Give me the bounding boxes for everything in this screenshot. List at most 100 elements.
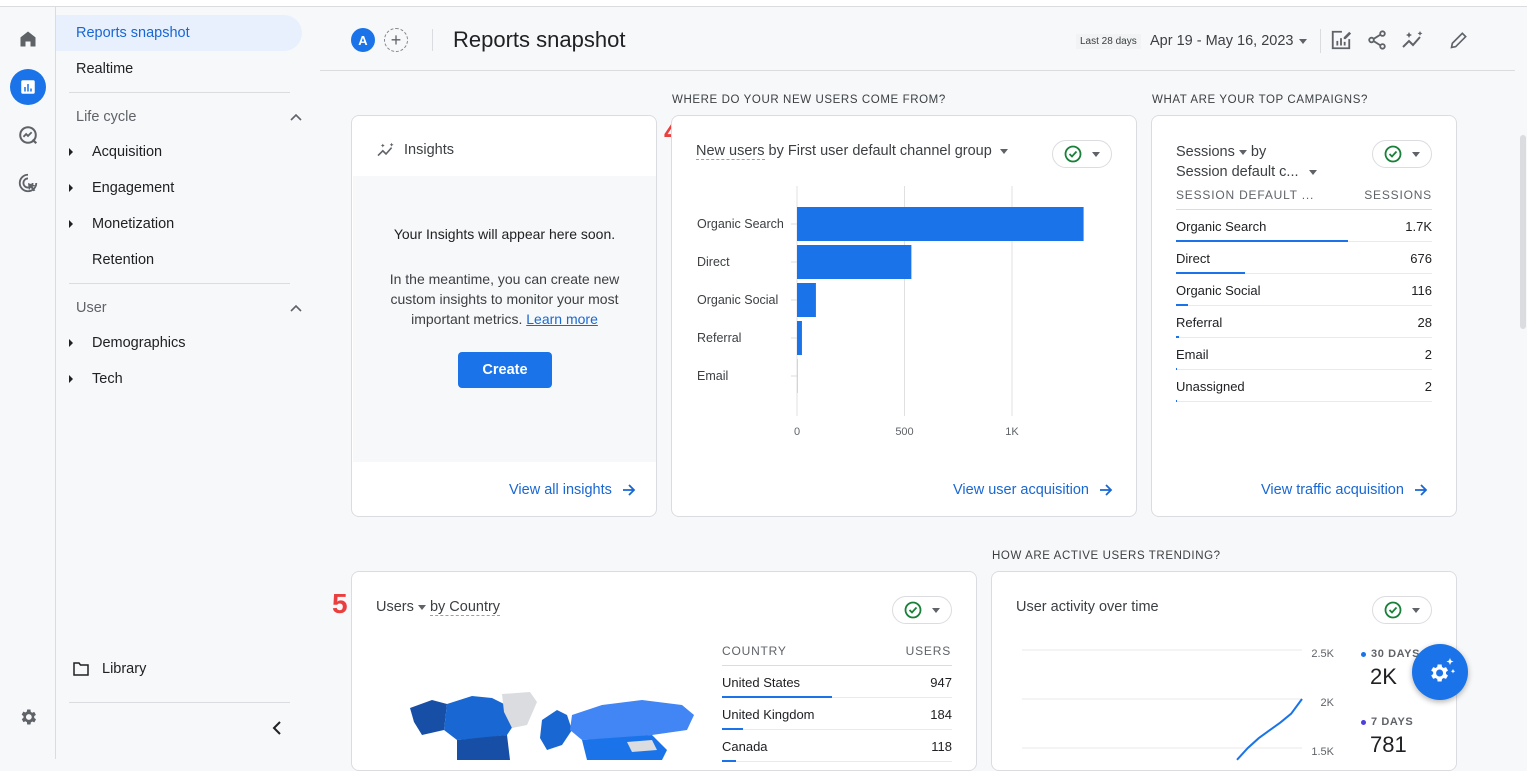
assistant-fab-button[interactable] (1412, 644, 1468, 700)
nav-section-user[interactable]: User (76, 298, 302, 318)
expand-arrow-icon (69, 220, 73, 228)
users-by-country-card: Users by Country COUNTRY USERS United St… (351, 571, 977, 771)
home-button[interactable] (10, 21, 46, 57)
y-tick-label: 2K (1321, 697, 1335, 709)
learn-more-link[interactable]: Learn more (526, 311, 598, 327)
view-traffic-acquisition-link[interactable]: View traffic acquisition (1261, 482, 1428, 498)
page-title: Reports snapshot (453, 27, 625, 53)
nav-item-monetization[interactable]: Monetization (56, 206, 302, 242)
caret-down-icon (1412, 152, 1420, 157)
compare-toggle[interactable] (1052, 140, 1112, 168)
table-row[interactable]: Organic Search1.7K (1176, 210, 1432, 242)
row-value: 947 (930, 675, 952, 690)
edit-button[interactable] (1446, 27, 1472, 53)
compare-toggle[interactable] (892, 596, 952, 624)
y-tick-label: 1.5K (1311, 746, 1334, 758)
nav-item-acquisition[interactable]: Acquisition (56, 134, 302, 170)
view-user-acquisition-link[interactable]: View user acquisition (953, 482, 1113, 498)
compare-toggle[interactable] (1372, 140, 1432, 168)
metric-label[interactable]: New users (696, 143, 765, 160)
link-label: View all insights (509, 482, 612, 498)
legend-label: 30 DAYS (1371, 648, 1420, 660)
caret-down-icon (418, 605, 426, 610)
check-circle-icon (1064, 145, 1082, 163)
caret-down-icon (1000, 149, 1008, 154)
nav-item-tech[interactable]: Tech (56, 361, 302, 397)
date-preset-chip: Last 28 days (1076, 34, 1141, 49)
row-value: 1.7K (1405, 219, 1432, 234)
legend-dot (1361, 652, 1366, 657)
check-circle-icon (904, 601, 922, 619)
chevron-left-icon (272, 721, 282, 735)
map-region-europe (540, 710, 572, 750)
table-row[interactable]: Canada118 (722, 730, 952, 762)
series-line-30-days (1237, 699, 1302, 760)
table-row[interactable]: Referral28 (1176, 306, 1432, 338)
arrow-right-icon (622, 483, 636, 497)
insights-button[interactable] (1400, 27, 1426, 53)
world-map[interactable] (402, 690, 702, 760)
table-row[interactable]: Organic Social116 (1176, 274, 1432, 306)
row-value: 676 (1410, 251, 1432, 266)
link-label: View user acquisition (953, 482, 1089, 498)
dimension-selector[interactable]: Session default c... (1176, 164, 1317, 180)
row-value: 2 (1425, 379, 1432, 394)
nav-item-retention[interactable]: Retention (56, 242, 302, 278)
link-label: View traffic acquisition (1261, 482, 1404, 498)
table-row[interactable]: Email2 (1176, 338, 1432, 370)
customize-report-button[interactable] (1328, 27, 1354, 53)
card-title: Insights (404, 142, 454, 158)
column-header-dimension[interactable]: SESSION DEFAULT ... (1176, 188, 1314, 202)
nav-section-life-cycle[interactable]: Life cycle (76, 107, 302, 127)
nav-item-realtime[interactable]: Realtime (56, 51, 133, 87)
bar (797, 283, 816, 317)
share-button[interactable] (1364, 27, 1390, 53)
compare-toggle[interactable] (1372, 596, 1432, 624)
category-label: Organic Search (697, 217, 784, 231)
legend-value-30-days: 2K (1370, 664, 1397, 690)
divider (69, 702, 290, 703)
nav-item-library[interactable]: Library (56, 651, 302, 687)
gear-sparkle-icon (1423, 655, 1457, 689)
date-range-text: Apr 19 - May 16, 2023 (1150, 33, 1293, 49)
reports-button[interactable] (10, 69, 46, 105)
advertising-button[interactable] (10, 165, 46, 201)
divider (69, 92, 290, 93)
metric-selector[interactable]: Sessions (1176, 144, 1247, 160)
metric-selector[interactable]: Users (376, 599, 426, 615)
check-circle-icon (1384, 601, 1402, 619)
admin-settings-button[interactable] (10, 699, 46, 735)
nav-item-demographics[interactable]: Demographics (56, 325, 302, 361)
view-all-insights-link[interactable]: View all insights (509, 482, 636, 498)
date-range-picker[interactable]: Apr 19 - May 16, 2023 (1150, 33, 1307, 49)
caret-down-icon (1092, 152, 1100, 157)
row-value: 184 (930, 707, 952, 722)
card-title: Users by Country (376, 599, 500, 615)
table-row[interactable]: United States947 (722, 666, 952, 698)
nav-item-engagement[interactable]: Engagement (56, 170, 302, 206)
caret-down-icon (1239, 150, 1247, 155)
column-header-country[interactable]: COUNTRY (722, 644, 787, 658)
table-row[interactable]: United Kingdom184 (722, 698, 952, 730)
card-title[interactable]: New users by First user default channel … (696, 143, 1008, 159)
dimension-label[interactable]: by Country (430, 599, 500, 616)
card-title: Sessions by Session default c... (1176, 142, 1317, 182)
table-row[interactable]: Unassigned2 (1176, 370, 1432, 402)
caret-down-icon (1299, 39, 1307, 44)
nav-item-reports-snapshot[interactable]: Reports snapshot (56, 15, 302, 51)
column-header-users[interactable]: USERS (906, 644, 951, 658)
nav-item-label: Engagement (56, 180, 174, 196)
legend-label: 7 DAYS (1371, 716, 1413, 728)
x-tick-label: 1K (1005, 426, 1019, 438)
row-label: Organic Social (1176, 283, 1261, 298)
row-label: Direct (1176, 251, 1210, 266)
explore-button[interactable] (10, 117, 46, 153)
by-label: by (1251, 144, 1266, 160)
comparison-avatar[interactable]: A (351, 28, 375, 52)
column-header-sessions[interactable]: SESSIONS (1364, 188, 1432, 202)
table-row[interactable]: Direct 676 (1176, 242, 1432, 274)
page-scrollbar[interactable] (1520, 135, 1526, 329)
add-comparison-button[interactable]: + (384, 28, 408, 52)
create-insight-button[interactable]: Create (458, 352, 552, 388)
collapse-nav-button[interactable] (269, 720, 285, 736)
